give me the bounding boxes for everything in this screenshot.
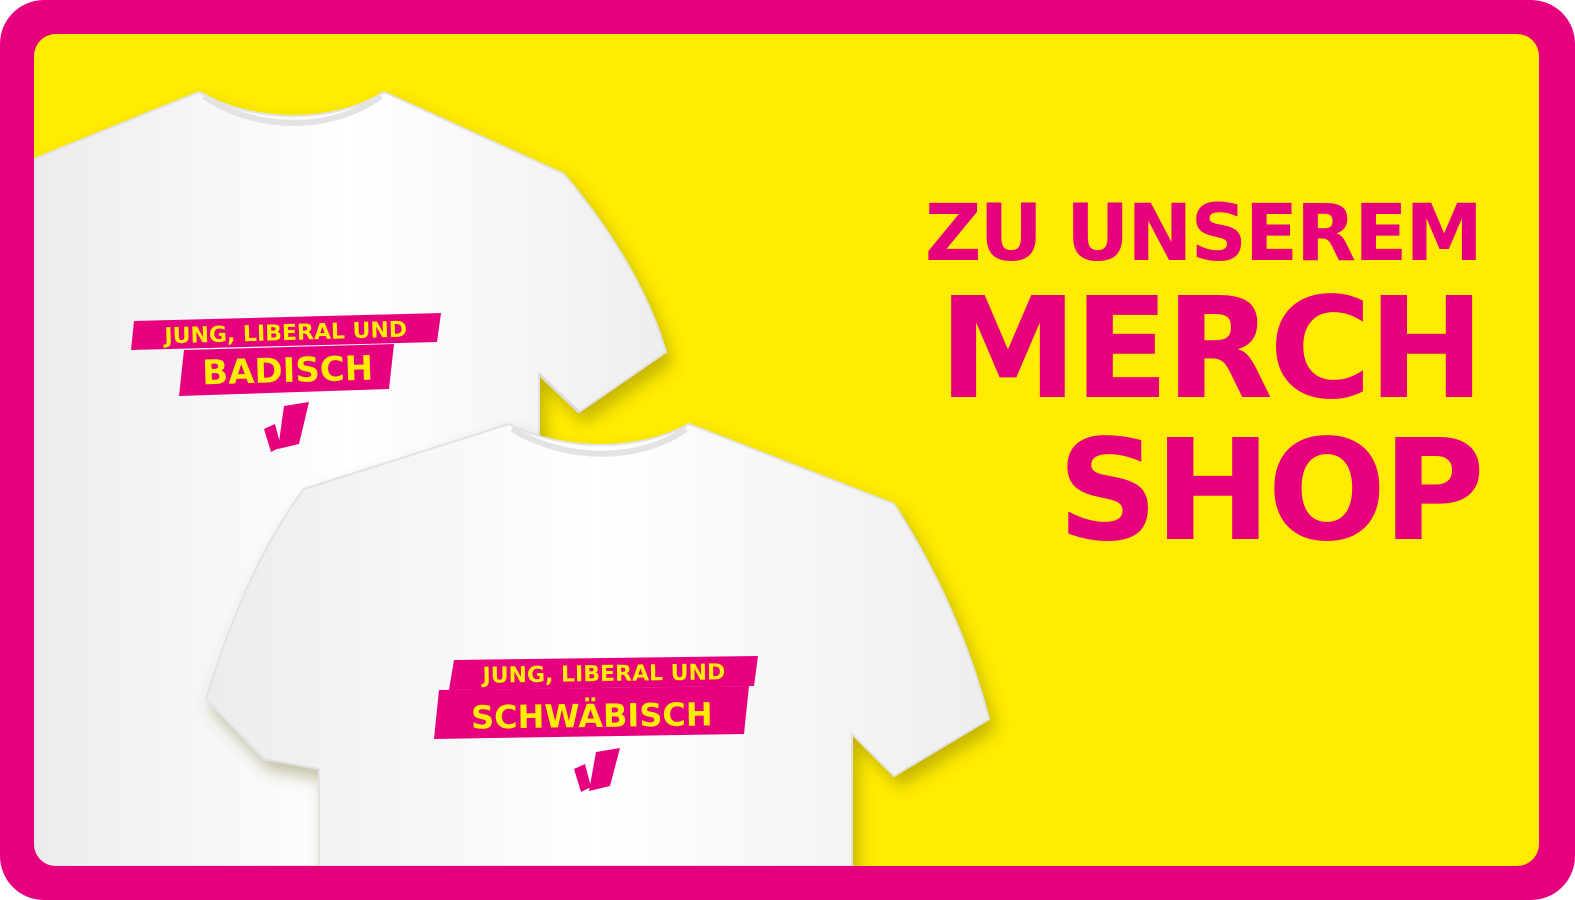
print-schwaebisch-top-text: JUNG, LIBERAL UND — [480, 660, 725, 688]
banner-inner[interactable]: JUNG, LIBERAL UND BADISCH JUNG, LIBERAL … — [34, 34, 1539, 866]
tshirt-schwaebisch — [204, 422, 991, 866]
print-badisch-bottom-text: BADISCH — [202, 349, 374, 394]
cta-line-1: ZU UNSEREM — [924, 189, 1483, 279]
print-schwaebisch-bottom-text: SCHWÄBISCH — [471, 695, 713, 736]
merch-shop-banner[interactable]: JUNG, LIBERAL UND BADISCH JUNG, LIBERAL … — [0, 0, 1575, 900]
merch-shop-link[interactable]: ZU UNSEREM MERCH SHOP — [924, 189, 1485, 573]
cta-line-2: MERCH — [938, 268, 1485, 431]
cta-line-3: SHOP — [1057, 410, 1485, 573]
